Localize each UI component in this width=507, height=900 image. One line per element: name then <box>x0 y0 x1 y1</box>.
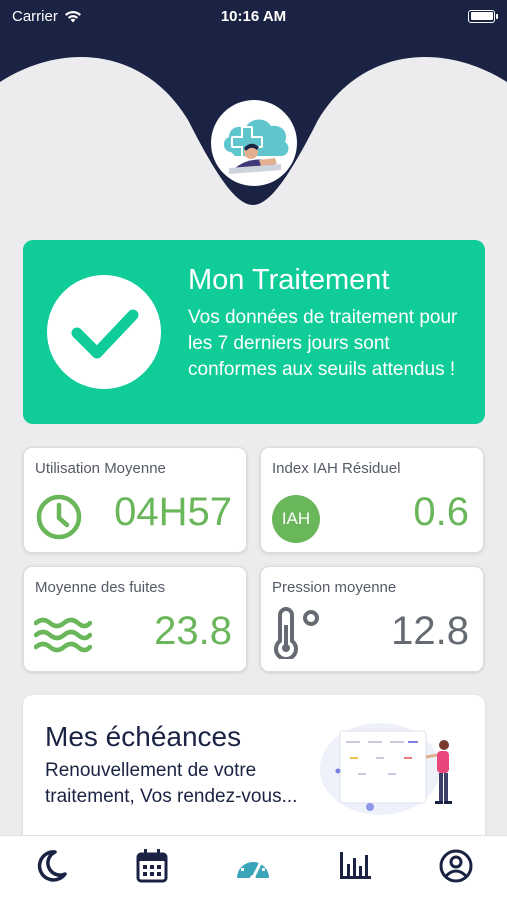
stat-value: 0.6 <box>413 490 469 534</box>
waves-icon <box>34 617 92 653</box>
treatment-title: Mon Traitement <box>188 264 390 296</box>
thermometer-icon <box>274 607 319 659</box>
treatment-description: Vos données de traitement pour les 7 der… <box>188 307 458 380</box>
tab-dashboard[interactable] <box>228 841 278 891</box>
tab-sleep[interactable] <box>26 841 76 891</box>
stat-value: 04H57 <box>114 490 232 534</box>
speedometer-icon <box>237 857 270 881</box>
stat-card-leaks[interactable]: Moyenne des fuites 23.8 <box>23 566 247 672</box>
carrier-label: Carrier <box>12 7 58 25</box>
app-logo <box>211 100 297 186</box>
wifi-icon <box>64 10 81 22</box>
check-icon <box>47 275 161 389</box>
status-bar: Carrier 10:16 AM <box>0 0 507 32</box>
echeances-title: Mes échéances <box>45 721 242 752</box>
echeances-card[interactable]: Mes échéances Renouvellement de votre tr… <box>23 695 485 845</box>
tab-profile[interactable] <box>431 841 481 891</box>
tab-bar <box>0 835 507 900</box>
clock-icon <box>36 494 82 540</box>
stat-label: Index IAH Résiduel <box>272 460 401 477</box>
stat-value: 12.8 <box>391 609 469 653</box>
treatment-card[interactable]: Mon Traitement Vos données de traitement… <box>23 240 485 424</box>
iah-badge: IAH <box>272 495 320 543</box>
stat-label: Pression moyenne <box>272 579 397 596</box>
user-icon <box>439 849 473 883</box>
echeances-description: Renouvellement de votre traitement, Vos … <box>45 760 298 807</box>
stat-card-usage[interactable]: Utilisation Moyenne 04H57 <box>23 447 247 553</box>
bar-chart-icon <box>339 852 371 879</box>
stat-card-pressure[interactable]: Pression moyenne 12.8 <box>260 566 484 672</box>
battery-icon <box>468 9 498 23</box>
tab-stats[interactable] <box>330 841 380 891</box>
moon-icon <box>37 850 67 882</box>
stat-value: 23.8 <box>154 609 232 653</box>
calendar-icon <box>136 849 168 883</box>
stat-label: Moyenne des fuites <box>35 579 166 596</box>
calendar-illustration <box>320 723 452 815</box>
tab-calendar[interactable] <box>127 841 177 891</box>
stat-label: Utilisation Moyenne <box>35 460 166 477</box>
stat-card-iah[interactable]: Index IAH Résiduel IAH 0.6 <box>260 447 484 553</box>
